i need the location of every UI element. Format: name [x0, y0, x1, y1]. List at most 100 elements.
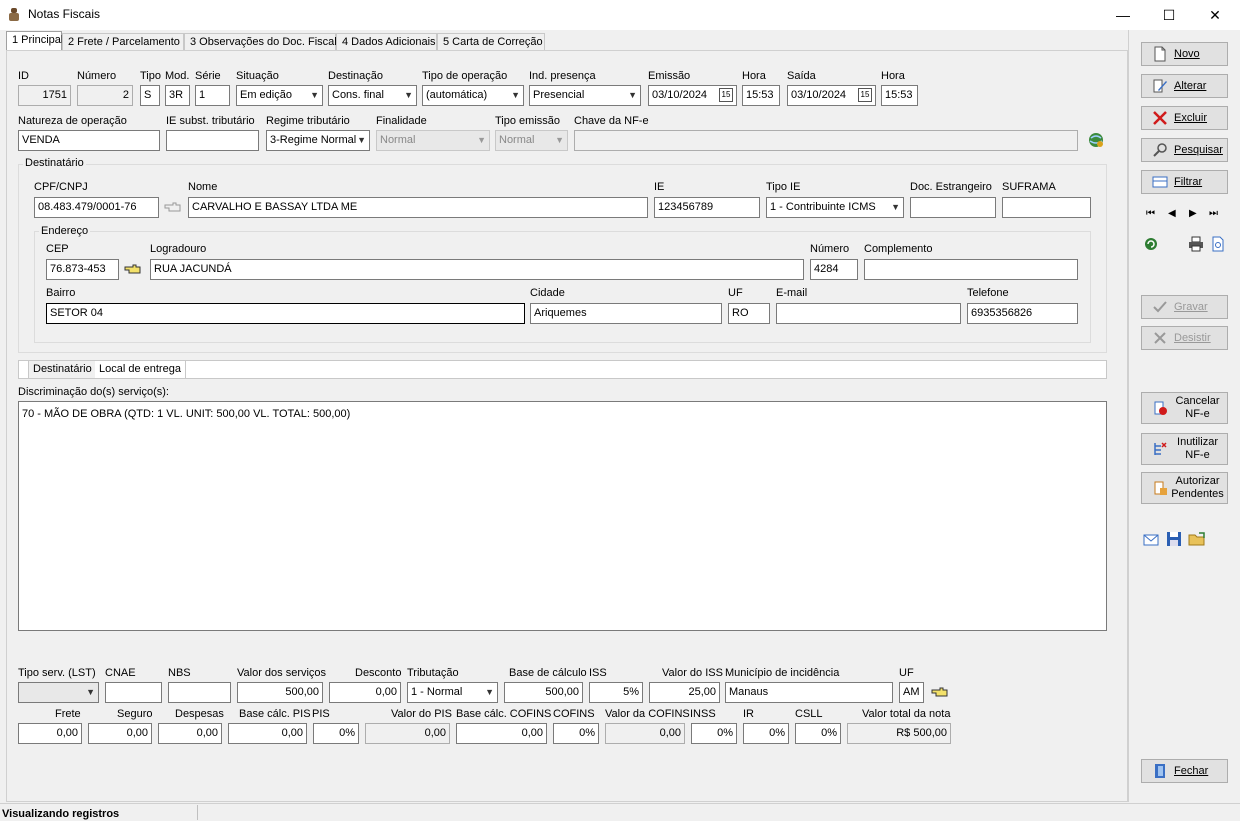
first-record-icon[interactable]: ⏮ [1146, 206, 1155, 222]
minimize-button[interactable]: — [1100, 0, 1146, 30]
pesquisar-button[interactable]: Pesquisar [1141, 138, 1228, 162]
id-field[interactable]: 1751 [18, 85, 71, 106]
pointer-hand-icon[interactable] [931, 685, 949, 699]
subtab-destinatario[interactable]: Destinatário [28, 361, 97, 378]
pointer-hand-icon[interactable] [124, 262, 142, 276]
emissao-date-field[interactable]: 03/10/2024 15 [648, 85, 737, 106]
print-icon[interactable] [1188, 236, 1204, 252]
desconto-field[interactable]: 0,00 [329, 682, 401, 703]
print-preview-icon[interactable] [1210, 236, 1226, 252]
globe-icon[interactable] [1087, 131, 1105, 149]
label-bairro: Bairro [46, 287, 76, 299]
tab-frete[interactable]: 2 Frete / Parcelamento [62, 33, 184, 51]
nbs-field[interactable] [168, 682, 231, 703]
email-icon[interactable] [1143, 531, 1159, 547]
uf-municipio-field[interactable]: AM [899, 682, 924, 703]
valor-cofins-field[interactable]: 0,00 [605, 723, 685, 744]
tab-carta-correcao[interactable]: 5 Carta de Correção [437, 33, 545, 51]
iss-field[interactable]: 5% [589, 682, 643, 703]
desistir-button[interactable]: Desistir [1141, 326, 1228, 350]
calendar-icon[interactable]: 15 [858, 88, 872, 102]
subtab-local-entrega[interactable]: Local de entrega [95, 361, 186, 378]
tipo-serv-select[interactable]: ▼ [18, 682, 99, 703]
tipo-operacao-select[interactable]: (automática) ▼ [422, 85, 524, 106]
pointer-hand-icon[interactable] [164, 200, 182, 214]
bairro-field[interactable]: SETOR 04 [46, 303, 525, 324]
municipio-field[interactable]: Manaus [725, 682, 893, 703]
despesas-field[interactable]: 0,00 [158, 723, 222, 744]
ie-field[interactable]: 123456789 [654, 197, 760, 218]
alterar-button[interactable]: Alterar [1141, 74, 1228, 98]
refresh-icon[interactable] [1143, 236, 1159, 252]
excluir-button[interactable]: Excluir [1141, 106, 1228, 130]
autorizar-pendentes-button[interactable]: Autorizar Pendentes [1141, 472, 1228, 504]
save-icon[interactable] [1166, 531, 1182, 547]
tab-observacoes[interactable]: 3 Observações do Doc. Fiscal [184, 33, 337, 51]
doc-estrangeiro-field[interactable] [910, 197, 996, 218]
tributacao-value: 1 - Normal [411, 686, 463, 698]
tab-dados-adicionais[interactable]: 4 Dados Adicionais [336, 33, 437, 51]
cnae-field[interactable] [105, 682, 162, 703]
destinacao-select[interactable]: Cons. final ▼ [328, 85, 417, 106]
mod-field[interactable]: 3R [165, 85, 190, 106]
inss-field[interactable]: 0% [691, 723, 737, 744]
filtrar-button[interactable]: Filtrar [1141, 170, 1228, 194]
serie-field[interactable]: 1 [195, 85, 230, 106]
maximize-button[interactable]: ☐ [1146, 0, 1192, 30]
label-tipo-serv: Tipo serv. (LST) [18, 667, 96, 679]
cofins-field[interactable]: 0% [553, 723, 599, 744]
tributacao-select[interactable]: 1 - Normal ▼ [407, 682, 498, 703]
ind-presenca-select[interactable]: Presencial ▼ [529, 85, 641, 106]
complemento-field[interactable] [864, 259, 1078, 280]
cpf-cnpj-field[interactable]: 08.483.479/0001-76 [34, 197, 159, 218]
numero-end-field[interactable]: 4284 [810, 259, 858, 280]
chave-nfe-field[interactable] [574, 130, 1078, 151]
saida-value: 03/10/2024 [791, 89, 847, 101]
ie-subst-field[interactable] [166, 130, 259, 151]
base-pis-field[interactable]: 0,00 [228, 723, 307, 744]
open-folder-icon[interactable] [1188, 531, 1206, 547]
numero-field[interactable]: 2 [77, 85, 133, 106]
valor-servicos-field[interactable]: 500,00 [237, 682, 323, 703]
frete-field[interactable]: 0,00 [18, 723, 82, 744]
valor-iss-field[interactable]: 25,00 [649, 682, 720, 703]
hora-saida-field[interactable]: 15:53 [881, 85, 918, 106]
pis-field[interactable]: 0% [313, 723, 359, 744]
logradouro-field[interactable]: RUA JACUNDÁ [150, 259, 804, 280]
inutilizar-nfe-button[interactable]: Inutilizar NF-e [1141, 433, 1228, 465]
cep-field[interactable]: 76.873-453 [46, 259, 119, 280]
tipo-field[interactable]: S [140, 85, 160, 106]
nome-field[interactable]: CARVALHO E BASSAY LTDA ME [188, 197, 648, 218]
uf-field[interactable]: RO [728, 303, 770, 324]
next-record-icon[interactable]: ▶ [1189, 206, 1197, 222]
servicos-textarea[interactable]: 70 - MÃO DE OBRA (QTD: 1 VL. UNIT: 500,0… [18, 401, 1107, 631]
tipo-emissao-select[interactable]: Normal ▼ [495, 130, 568, 151]
gravar-button[interactable]: Gravar [1141, 295, 1228, 319]
base-cofins-field[interactable]: 0,00 [456, 723, 547, 744]
csll-field[interactable]: 0% [795, 723, 841, 744]
cidade-field[interactable]: Ariquemes [530, 303, 722, 324]
finalidade-select[interactable]: Normal ▼ [376, 130, 490, 151]
tab-principal[interactable]: 1 Principal [6, 31, 63, 51]
suframa-field[interactable] [1002, 197, 1091, 218]
fechar-button[interactable]: Fechar [1141, 759, 1228, 783]
valor-total-field[interactable]: R$ 500,00 [847, 723, 951, 744]
valor-pis-field[interactable]: 0,00 [365, 723, 450, 744]
email-field[interactable] [776, 303, 961, 324]
hora-emissao-field[interactable]: 15:53 [742, 85, 780, 106]
natureza-field[interactable]: VENDA [18, 130, 160, 151]
seguro-field[interactable]: 0,00 [88, 723, 152, 744]
ir-field[interactable]: 0% [743, 723, 789, 744]
cancelar-nfe-button[interactable]: Cancelar NF-e [1141, 392, 1228, 424]
base-calculo-field[interactable]: 500,00 [504, 682, 583, 703]
calendar-icon[interactable]: 15 [719, 88, 733, 102]
close-button[interactable]: ✕ [1192, 0, 1238, 30]
regime-select[interactable]: 3-Regime Normal ▼ [266, 130, 370, 151]
last-record-icon[interactable]: ⏭ [1209, 206, 1218, 222]
situacao-select[interactable]: Em edição ▼ [236, 85, 323, 106]
prev-record-icon[interactable]: ◀ [1168, 206, 1176, 222]
saida-date-field[interactable]: 03/10/2024 15 [787, 85, 876, 106]
telefone-field[interactable]: 6935356826 [967, 303, 1078, 324]
novo-button[interactable]: Novo [1141, 42, 1228, 66]
tipo-ie-select[interactable]: 1 - Contribuinte ICMS ▼ [766, 197, 904, 218]
